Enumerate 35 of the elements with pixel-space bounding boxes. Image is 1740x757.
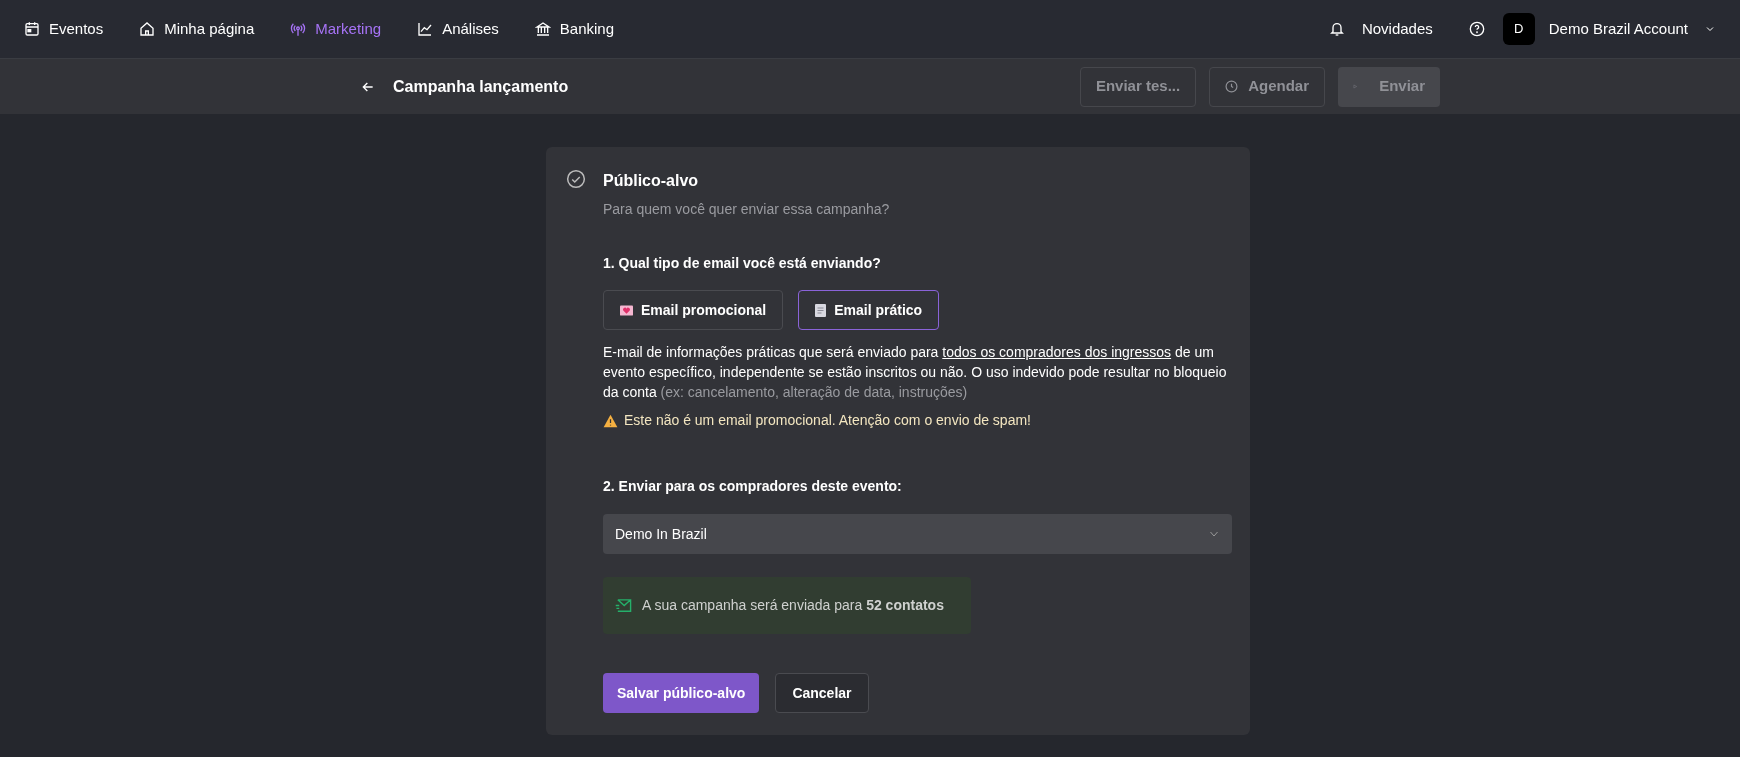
nav-item[interactable]: Marketing (290, 17, 382, 41)
line-chart-icon (417, 21, 434, 37)
cancel-button[interactable]: Cancelar (775, 673, 869, 713)
account-name[interactable]: Demo Brazil Account (1548, 17, 1688, 41)
page-title: Campanha lançamento (393, 76, 569, 97)
description-text: E-mail de informações práticas que será enviado para todos os compradores dos ingressos de um evento específico, independente se estão inscritos ou não. O uso indevido pode resultar no bloqueio da conta (ex: cancelamento, alteração de data, instruções) (603, 343, 1228, 402)
broadcast-icon (290, 21, 307, 37)
question-label: 2. Enviar para os compradores deste evento: (603, 477, 903, 496)
home-icon (139, 21, 156, 37)
clock-icon (1225, 80, 1239, 93)
section-title: Público-alvo (603, 171, 700, 191)
info-text: A sua campanha será enviada para 52 contatos (642, 596, 944, 615)
envelope-icon (615, 598, 632, 613)
nav-item[interactable]: Análises (417, 17, 499, 41)
save-button[interactable]: Salvar público-alvo (603, 673, 760, 713)
help-icon[interactable] (1468, 21, 1485, 37)
news-link[interactable]: Novidades (1361, 17, 1433, 41)
email-type-button[interactable]: Email promocional (603, 290, 784, 330)
nav-item[interactable]: Minha página (139, 17, 255, 41)
bell-icon[interactable] (1328, 21, 1345, 37)
nav-item[interactable]: Eventos (24, 17, 104, 41)
section-subtitle: Para quem você quer enviar essa campanha? (603, 200, 891, 219)
warning-icon (603, 413, 618, 428)
calendar-icon (24, 21, 40, 37)
question-label: 1. Qual tipo de email você está enviando? (603, 254, 882, 273)
email-type-button[interactable]: Email prático (798, 290, 940, 330)
check-circle-icon (566, 169, 586, 189)
bank-icon (534, 21, 551, 37)
event-select[interactable]: Demo In Brazil (603, 514, 1232, 554)
warning-text: Este não é um email promocional. Atenção com o envio de spam! (624, 411, 1031, 430)
avatar[interactable]: D (1502, 13, 1535, 45)
nav-item[interactable]: Banking (534, 17, 615, 41)
heart-envelope-icon (620, 304, 633, 316)
buyers-link[interactable]: todos os compradores dos ingressos (942, 344, 1172, 360)
document-icon (815, 303, 827, 317)
